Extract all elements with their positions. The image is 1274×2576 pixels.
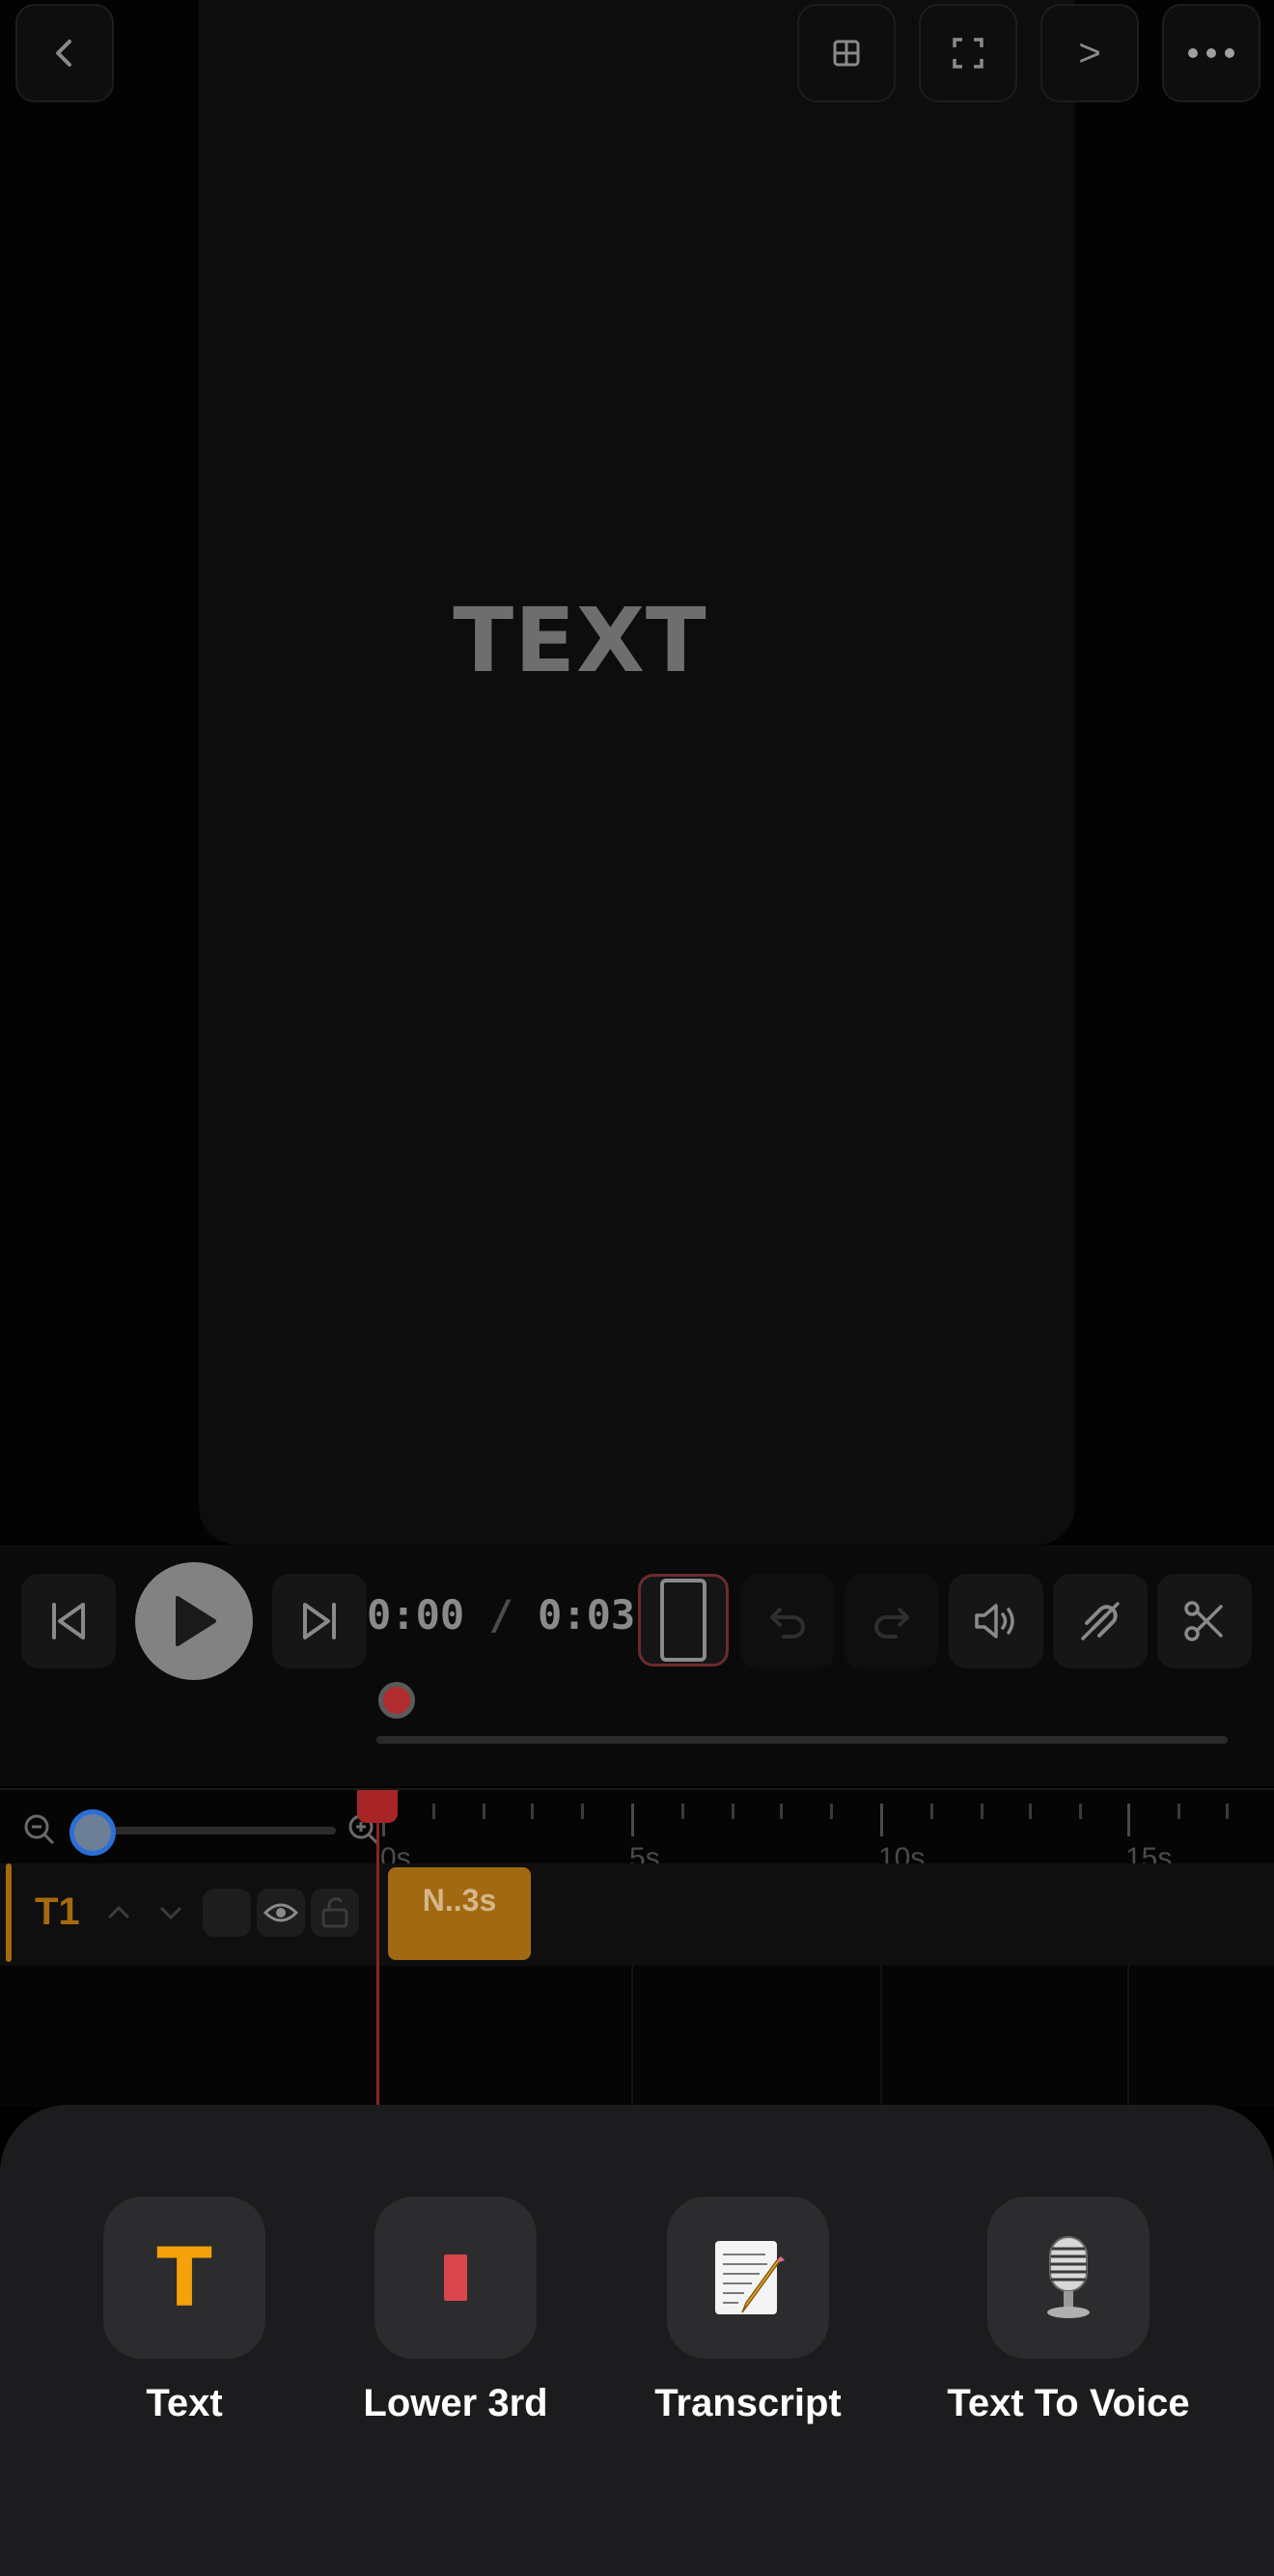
timeline: 0s 5s 10s 15s T1 N..3s: [0, 1788, 1274, 2107]
skip-forward-icon: [303, 1603, 336, 1639]
scrubber-handle[interactable]: [378, 1682, 415, 1719]
aspect-ratio-button[interactable]: [638, 1574, 729, 1666]
playhead-handle[interactable]: [357, 1790, 398, 1823]
magnet-off-icon: [1081, 1602, 1120, 1640]
ruler-tick: [930, 1804, 933, 1819]
scrubber-track[interactable]: [376, 1736, 1228, 1744]
play-icon: [176, 1596, 216, 1646]
microphone-icon: [1047, 2236, 1090, 2318]
time-ruler[interactable]: 0s 5s 10s 15s: [376, 1790, 1274, 1874]
ruler-tick: [483, 1804, 485, 1819]
option-text-label: Text: [146, 2382, 223, 2424]
ruler-tick: [531, 1804, 534, 1819]
ruler-tick: [780, 1804, 783, 1819]
ruler-tick: [981, 1804, 983, 1819]
ruler-tick: [732, 1804, 734, 1819]
track-lock-button[interactable]: [311, 1889, 359, 1937]
snap-magnet-button[interactable]: [1053, 1574, 1148, 1668]
track-color-button[interactable]: [203, 1889, 251, 1937]
option-text-to-voice[interactable]: Text To Voice: [938, 2197, 1199, 2425]
option-text-tile[interactable]: T: [103, 2197, 265, 2359]
lower-third-icon: [444, 2254, 467, 2301]
option-transcript-tile[interactable]: [667, 2197, 829, 2359]
track-row: T1 N..3s: [0, 1863, 1274, 1966]
ellipsis-icon: [1188, 48, 1234, 58]
playback-controls: 0:00 / 0:03: [0, 1545, 1274, 1786]
fullscreen-icon: [953, 38, 983, 69]
skip-to-start-button[interactable]: [21, 1574, 116, 1668]
option-lower-third-label: Lower 3rd: [363, 2382, 548, 2424]
undo-icon: [770, 1608, 805, 1638]
ruler-tick: [830, 1804, 833, 1819]
text-options-sheet: T Text Lower 3rd Transcript Text To Voic…: [0, 2105, 1274, 2576]
ruler-tick: [1226, 1804, 1229, 1819]
track-color-indicator: [6, 1863, 12, 1962]
ruler-tick: [631, 1804, 634, 1836]
ruler-tick: [880, 1804, 883, 1836]
time-display: 0:00 / 0:03: [367, 1591, 635, 1638]
more-button[interactable]: [1162, 4, 1260, 102]
scissors-icon: [1184, 1601, 1223, 1641]
play-button[interactable]: [135, 1562, 253, 1680]
move-track-down-button[interactable]: [147, 1889, 195, 1937]
zoom-control: [0, 1790, 379, 1863]
skip-back-icon: [52, 1603, 85, 1639]
layout-button[interactable]: [797, 4, 896, 102]
ruler-tick: [1177, 1804, 1180, 1819]
option-transcript-label: Transcript: [654, 2382, 842, 2424]
option-transcript[interactable]: Transcript: [647, 2197, 849, 2425]
redo-button[interactable]: [845, 1574, 939, 1668]
fullscreen-button[interactable]: [919, 4, 1017, 102]
portrait-frame-icon: [660, 1579, 706, 1662]
preview-area: TEXT >: [0, 0, 1274, 1545]
text-clip[interactable]: N..3s: [388, 1867, 531, 1960]
canvas-text-layer[interactable]: TEXT: [0, 589, 1160, 692]
move-track-up-button[interactable]: [95, 1889, 143, 1937]
track-visibility-button[interactable]: [257, 1889, 305, 1937]
ruler-tick: [432, 1804, 435, 1819]
track-name: T1: [35, 1890, 80, 1933]
ruler-tick: [1079, 1804, 1082, 1819]
time-separator: /: [488, 1591, 513, 1638]
split-button[interactable]: [1157, 1574, 1252, 1668]
ruler-tick: [681, 1804, 684, 1819]
option-text-to-voice-label: Text To Voice: [947, 2382, 1190, 2424]
memo-icon: [715, 2241, 785, 2314]
volume-button[interactable]: [949, 1574, 1043, 1668]
undo-button[interactable]: [740, 1574, 835, 1668]
playhead-line: [376, 1790, 379, 2107]
option-lower-third-tile[interactable]: [374, 2197, 537, 2359]
duration: 0:03: [538, 1591, 636, 1638]
export-button[interactable]: >: [1040, 4, 1139, 102]
chevron-left-icon: [56, 40, 71, 67]
skip-to-end-button[interactable]: [272, 1574, 367, 1668]
zoom-slider-track[interactable]: [77, 1827, 336, 1834]
eye-icon: [263, 1903, 298, 1922]
redo-icon: [874, 1608, 909, 1638]
zoom-out-icon[interactable]: [23, 1813, 56, 1846]
text-t-icon: T: [156, 2230, 212, 2325]
ruler-tick: [1127, 1804, 1130, 1836]
option-text[interactable]: T Text: [103, 2197, 265, 2425]
chevron-up-icon: [107, 1905, 130, 1919]
chevron-down-icon: [159, 1906, 182, 1920]
video-canvas[interactable]: [199, 0, 1075, 1545]
zoom-slider-knob[interactable]: [69, 1809, 116, 1856]
back-button[interactable]: [15, 4, 114, 102]
ruler-tick: [581, 1804, 584, 1819]
unlock-icon: [321, 1897, 348, 1928]
grid-icon: [833, 40, 860, 67]
option-lower-third[interactable]: Lower 3rd: [351, 2197, 560, 2425]
volume-icon: [975, 1604, 1014, 1638]
current-time: 0:00: [367, 1591, 465, 1638]
option-text-to-voice-tile[interactable]: [987, 2197, 1149, 2359]
ruler-tick: [1029, 1804, 1032, 1819]
